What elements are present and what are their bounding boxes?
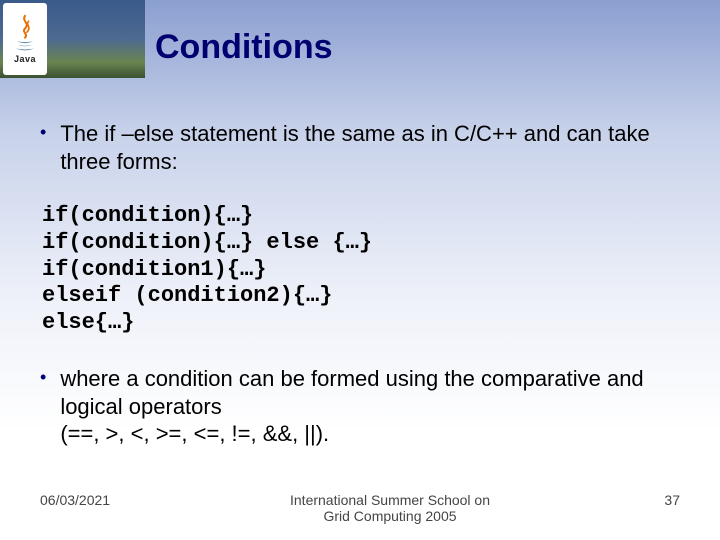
header-image: Java (0, 0, 145, 78)
bullet-dot-icon: • (40, 120, 46, 145)
bullet-text-line: (==, >, <, >=, <=, !=, &&, ||). (60, 421, 329, 446)
java-logo-text: Java (14, 54, 36, 64)
footer-venue: International Summer School on Grid Comp… (160, 492, 620, 524)
footer-page-number: 37 (620, 492, 680, 508)
bullet-text-line: where a condition can be formed using th… (60, 366, 643, 419)
footer-venue-line: International Summer School on (290, 492, 490, 508)
bullet-dot-icon: • (40, 365, 46, 390)
bullet-item: • where a condition can be formed using … (40, 365, 680, 448)
footer-date: 06/03/2021 (40, 492, 160, 508)
footer-venue-line: Grid Computing 2005 (323, 508, 456, 524)
slide-footer: 06/03/2021 International Summer School o… (0, 492, 720, 524)
bullet-text: where a condition can be formed using th… (60, 365, 680, 448)
bullet-text: The if –else statement is the same as in… (60, 120, 680, 175)
java-logo: Java (3, 3, 47, 75)
slide-body: • The if –else statement is the same as … (40, 120, 680, 454)
java-cup-icon (10, 14, 40, 54)
bullet-item: • The if –else statement is the same as … (40, 120, 680, 175)
slide-title: Conditions (155, 28, 333, 67)
code-example: if(condition){…} if(condition){…} else {… (42, 203, 680, 337)
